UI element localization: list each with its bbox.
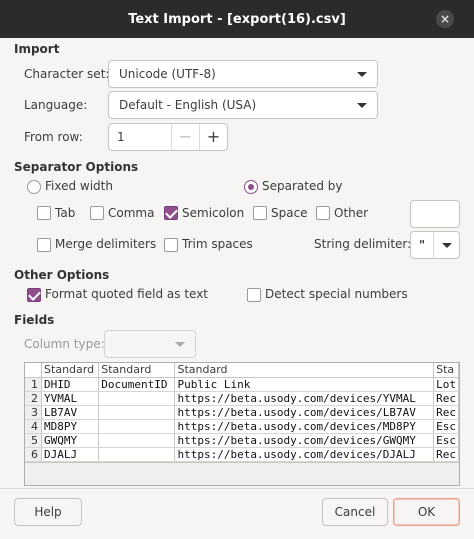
grid-cell: DocumentID xyxy=(98,377,176,392)
grid-cell: https://beta.usody.com/devices/MD8PY xyxy=(174,419,435,434)
row-number: 3 xyxy=(25,405,43,420)
grid-cell: YVMAL xyxy=(41,391,100,406)
cancel-button[interactable]: Cancel xyxy=(322,498,388,526)
column-header[interactable]: Sta xyxy=(433,363,459,378)
grid-cell xyxy=(98,405,176,420)
table-row: 6 DJALJ https://beta.usody.com/devices/D… xyxy=(25,447,459,462)
grid-cell xyxy=(98,391,176,406)
text-import-dialog: Text Import - [export(16).csv] × Import … xyxy=(0,0,474,539)
column-header[interactable]: Standard xyxy=(41,363,100,378)
semicolon-label: Semicolon xyxy=(182,206,245,220)
merge-delimiters-label: Merge delimiters xyxy=(55,237,157,251)
grid-cell xyxy=(98,419,176,434)
corner-cell xyxy=(25,363,43,378)
chevron-down-icon xyxy=(357,103,367,108)
charset-select[interactable]: Unicode (UTF-8) xyxy=(108,60,378,88)
fixed-width-label: Fixed width xyxy=(45,179,113,193)
grid-cell: Esc xyxy=(433,419,459,434)
decrement-button[interactable]: − xyxy=(171,124,199,150)
tab-checkbox[interactable] xyxy=(37,206,51,220)
from-row-value[interactable]: 1 xyxy=(109,130,171,144)
grid-cell: Esc xyxy=(433,433,459,448)
string-delimiter-value[interactable]: " xyxy=(411,238,433,252)
row-number: 6 xyxy=(25,447,43,462)
import-heading: Import xyxy=(14,42,60,56)
string-delimiter-combo[interactable]: " xyxy=(410,231,460,259)
from-row-label: From row: xyxy=(24,130,83,144)
from-row-stepper[interactable]: 1 − + xyxy=(108,123,228,151)
column-type-select[interactable] xyxy=(104,330,196,358)
row-number: 1 xyxy=(25,377,43,392)
other-checkbox[interactable] xyxy=(316,206,330,220)
divider xyxy=(0,488,474,489)
column-type-label: Column type: xyxy=(24,337,105,351)
merge-delimiters-checkbox[interactable] xyxy=(37,238,51,252)
grid-cell: https://beta.usody.com/devices/GWQMY xyxy=(174,433,435,448)
table-row: 5 GWQMY https://beta.usody.com/devices/G… xyxy=(25,433,459,448)
grid-cell: DJALJ xyxy=(41,447,100,462)
grid-cell: DHID xyxy=(41,377,100,392)
increment-button[interactable]: + xyxy=(199,124,227,150)
grid-cell xyxy=(98,447,176,462)
row-number: 2 xyxy=(25,391,43,406)
grid-cell: GWQMY xyxy=(41,433,100,448)
window-title: Text Import - [export(16).csv] xyxy=(128,11,346,27)
other-separator-input[interactable] xyxy=(410,200,460,228)
grid-cell: LB7AV xyxy=(41,405,100,420)
comma-checkbox[interactable] xyxy=(90,206,104,220)
detect-special-numbers-checkbox[interactable] xyxy=(247,288,261,302)
grid-cell xyxy=(98,433,176,448)
grid-cell: https://beta.usody.com/devices/DJALJ xyxy=(174,447,435,462)
chevron-down-icon xyxy=(175,342,185,347)
help-button[interactable]: Help xyxy=(14,498,82,526)
string-delimiter-label: String delimiter: xyxy=(314,237,412,251)
ok-button[interactable]: OK xyxy=(393,498,460,526)
comma-label: Comma xyxy=(108,206,155,220)
separator-options-heading: Separator Options xyxy=(14,160,139,174)
language-select[interactable]: Default - English (USA) xyxy=(108,91,378,119)
column-header[interactable]: Standard xyxy=(98,363,176,378)
grid-cell: Rec xyxy=(433,447,459,462)
grid-cell: Rec xyxy=(433,405,459,420)
trim-spaces-label: Trim spaces xyxy=(182,237,253,251)
grid-empty-area xyxy=(25,461,459,485)
tab-label: Tab xyxy=(55,206,76,220)
chevron-down-icon xyxy=(357,72,367,77)
table-row: 1 DHID DocumentID Public Link Lot xyxy=(25,377,459,392)
grid-cell: Rec xyxy=(433,391,459,406)
charset-label: Character set: xyxy=(24,67,110,81)
quoted-as-text-checkbox[interactable] xyxy=(27,288,41,302)
title-bar: Text Import - [export(16).csv] × xyxy=(0,0,474,38)
grid-cell: https://beta.usody.com/devices/YVMAL xyxy=(174,391,435,406)
trim-spaces-checkbox[interactable] xyxy=(164,238,178,252)
fields-heading: Fields xyxy=(14,313,55,327)
grid-cell: MD8PY xyxy=(41,419,100,434)
fixed-width-radio[interactable] xyxy=(27,180,41,194)
space-checkbox[interactable] xyxy=(253,206,267,220)
column-header[interactable]: Standard xyxy=(174,363,435,378)
other-options-heading: Other Options xyxy=(14,268,110,282)
fields-preview-grid[interactable]: Standard Standard Standard Sta 1 DHID Do… xyxy=(24,362,460,486)
grid-cell: Public Link xyxy=(174,377,435,392)
table-row: 3 LB7AV https://beta.usody.com/devices/L… xyxy=(25,405,459,420)
table-row: 4 MD8PY https://beta.usody.com/devices/M… xyxy=(25,419,459,434)
grid-header-row: Standard Standard Standard Sta xyxy=(25,363,459,378)
grid-cell: Lot xyxy=(433,377,459,392)
language-label: Language: xyxy=(24,98,88,112)
row-number: 4 xyxy=(25,419,43,434)
chevron-down-icon[interactable] xyxy=(433,232,459,258)
quoted-as-text-label: Format quoted field as text xyxy=(45,287,208,301)
grid-cell: https://beta.usody.com/devices/LB7AV xyxy=(174,405,435,420)
row-number: 5 xyxy=(25,433,43,448)
separated-by-label: Separated by xyxy=(262,179,343,193)
language-value: Default - English (USA) xyxy=(119,98,257,112)
semicolon-checkbox[interactable] xyxy=(164,206,178,220)
detect-special-numbers-label: Detect special numbers xyxy=(265,287,408,301)
charset-value: Unicode (UTF-8) xyxy=(119,67,216,81)
close-icon[interactable]: × xyxy=(436,10,454,28)
other-label: Other xyxy=(334,206,369,220)
table-row: 2 YVMAL https://beta.usody.com/devices/Y… xyxy=(25,391,459,406)
separated-by-radio[interactable] xyxy=(244,180,258,194)
space-label: Space xyxy=(271,206,308,220)
